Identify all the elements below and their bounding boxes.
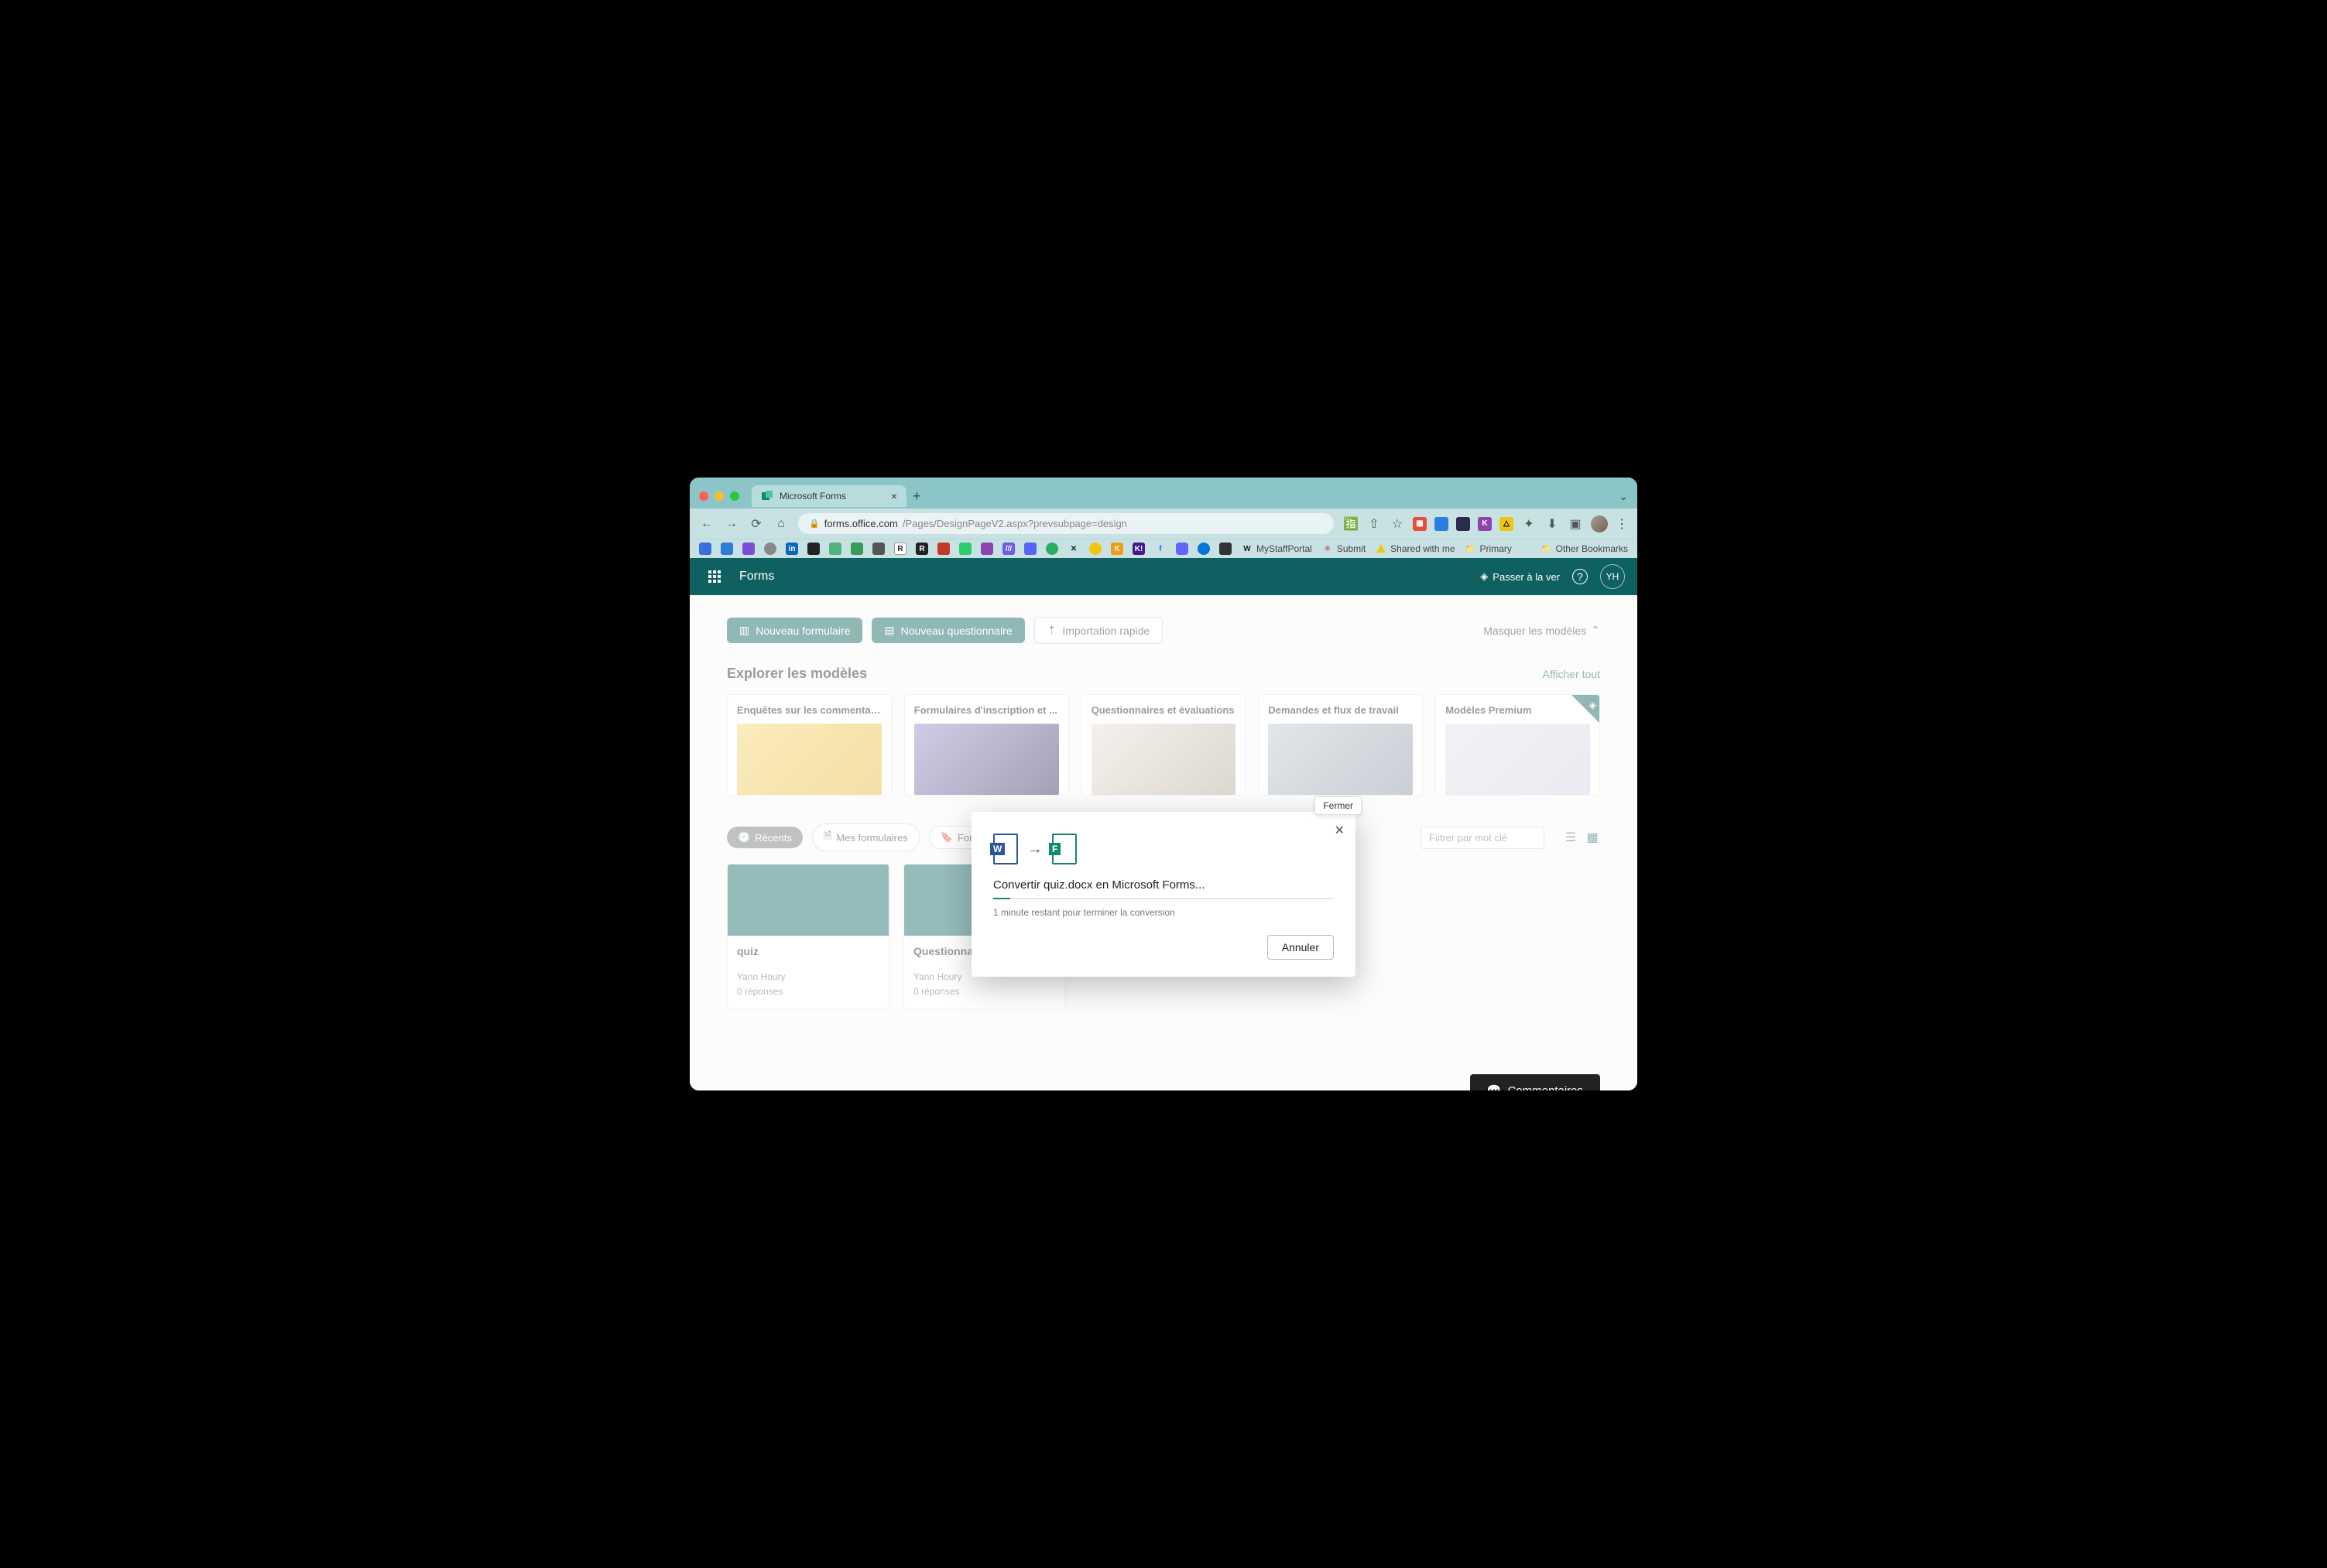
bookmark-item[interactable] [742,543,755,555]
tabs-dropdown-button[interactable]: ⌄ [1619,490,1628,503]
bookmark-label: MyStaffPortal [1256,543,1312,554]
close-window-button[interactable] [699,491,708,501]
progress-bar [993,898,1334,899]
app-launcher-button[interactable] [702,564,727,589]
bookmark-item[interactable] [807,543,820,555]
bookmark-item[interactable] [1089,543,1102,555]
bookmark-label: Primary [1480,543,1512,554]
folder-icon: 📁 [1540,543,1553,555]
bookmark-item[interactable] [959,543,972,555]
bookmark-item[interactable]: /// [1002,543,1015,555]
arrow-right-icon: → [1027,840,1043,858]
bookmark-item[interactable]: 📁Other Bookmarks [1540,543,1628,555]
folder-icon: 📁 [1465,543,1477,555]
browser-menu-button[interactable]: ⋮ [1616,516,1628,532]
minimize-window-button[interactable] [715,491,724,501]
chat-icon: 💬 [1487,1084,1502,1090]
extensions-puzzle-icon[interactable]: ✦ [1521,516,1537,532]
url-host: forms.office.com [824,518,898,529]
premium-label: Passer à la ver [1493,571,1560,583]
bookmark-item[interactable] [1219,543,1232,555]
bookmark-label: Shared with me [1390,543,1455,554]
browser-tab[interactable]: Microsoft Forms × [752,485,906,507]
profile-avatar[interactable] [1591,515,1608,532]
tab-close-button[interactable]: × [891,490,897,502]
bookmark-label: Other Bookmarks [1556,543,1628,554]
extension-icon[interactable] [1456,517,1470,531]
app-title: Forms [739,570,774,584]
bookmark-item[interactable]: Shared with me [1375,543,1455,555]
forms-document-icon [1052,834,1077,864]
import-progress-modal: Fermer ✕ → Convertir quiz.docx en Micros… [972,812,1355,977]
bookmark-item[interactable]: ✕ [1068,543,1080,555]
bookmark-item[interactable] [1176,543,1188,555]
lock-icon: 🔒 [809,519,820,529]
bookmark-item[interactable] [872,543,885,555]
bookmark-item[interactable] [851,543,863,555]
extension-icon[interactable]: △ [1499,517,1513,531]
tab-favicon [761,490,773,502]
reload-button[interactable]: ⟳ [749,516,764,532]
comments-button[interactable]: 💬 Commentaires [1470,1074,1600,1090]
extension-icon[interactable] [1434,517,1448,531]
premium-icon: ◈ [1480,570,1488,583]
bookmark-item[interactable]: K! [1133,543,1145,555]
panel-icon[interactable]: ▣ [1568,516,1583,532]
address-bar[interactable]: 🔒 forms.office.com/Pages/DesignPageV2.as… [798,513,1334,534]
new-tab-button[interactable]: + [913,488,921,505]
maximize-window-button[interactable] [730,491,739,501]
bookmark-item[interactable] [937,543,950,555]
bookmark-label: Submit [1337,543,1366,554]
window-controls [699,491,739,501]
bookmark-item[interactable]: WMyStaffPortal [1241,543,1312,555]
home-button[interactable]: ⌂ [773,516,789,532]
modal-subtitle: 1 minute restant pour terminer la conver… [993,907,1334,918]
browser-tabbar: Microsoft Forms × + ⌄ [690,478,1637,508]
bookmark-item[interactable] [1198,543,1210,555]
browser-toolbar: ← → ⟳ ⌂ 🔒 forms.office.com/Pages/DesignP… [690,508,1637,539]
bookmark-item[interactable]: 📁Primary [1465,543,1512,555]
bookmark-item[interactable] [1046,543,1058,555]
bookmark-item[interactable] [829,543,841,555]
user-avatar-button[interactable]: YH [1600,564,1625,589]
modal-close-button[interactable]: ✕ [1335,823,1345,838]
share-icon[interactable]: ⇧ [1366,516,1382,532]
bookmark-item[interactable] [721,543,733,555]
url-path: /Pages/DesignPageV2.aspx?prevsubpage=des… [903,518,1127,529]
close-tooltip: Fermer [1314,796,1362,815]
bookmark-item[interactable] [764,543,776,555]
modal-title: Convertir quiz.docx en Microsoft Forms..… [993,878,1334,892]
extension-icon[interactable]: K [1478,517,1492,531]
bookmark-item[interactable]: R [894,543,906,555]
bookmark-item[interactable]: ✳Submit [1321,543,1366,555]
app-header: Forms ◈ Passer à la ver ? YH [690,558,1637,595]
help-button[interactable]: ? [1572,569,1588,584]
translate-icon[interactable]: 🈯 [1343,516,1359,532]
bookmark-item[interactable]: K [1111,543,1123,555]
browser-window: Microsoft Forms × + ⌄ ← → ⟳ ⌂ 🔒 forms.of… [690,478,1637,1090]
bookmark-item[interactable] [1024,543,1037,555]
forward-button[interactable]: → [724,516,739,532]
cancel-button[interactable]: Annuler [1267,935,1334,960]
back-button[interactable]: ← [699,516,715,532]
main-content: ▥ Nouveau formulaire ▤ Nouveau questionn… [690,595,1637,1090]
extension-icon[interactable]: ▦ [1413,517,1427,531]
downloads-icon[interactable]: ⬇ [1544,516,1560,532]
bookmark-item[interactable]: R [916,543,928,555]
bookmark-item[interactable]: f [1154,543,1167,555]
bookmark-item[interactable] [699,543,711,555]
bookmark-star-icon[interactable]: ☆ [1390,516,1405,532]
comments-label: Commentaires [1507,1084,1583,1091]
bookmarks-bar: in R R /// ✕ K K! f WMyStaffPortal ✳Subm… [690,539,1637,558]
tab-title: Microsoft Forms [780,491,846,502]
bookmark-item[interactable]: in [786,543,798,555]
word-document-icon [993,834,1018,864]
toolbar-right-icons: 🈯 ⇧ ☆ ▦ K △ ✦ ⬇ ▣ ⋮ [1343,515,1628,532]
header-right: ◈ Passer à la ver ? YH [1480,564,1625,589]
progress-fill [993,898,1010,899]
bookmark-item[interactable] [981,543,993,555]
convert-icons: → [993,834,1334,864]
upgrade-premium-link[interactable]: ◈ Passer à la ver [1480,570,1560,583]
